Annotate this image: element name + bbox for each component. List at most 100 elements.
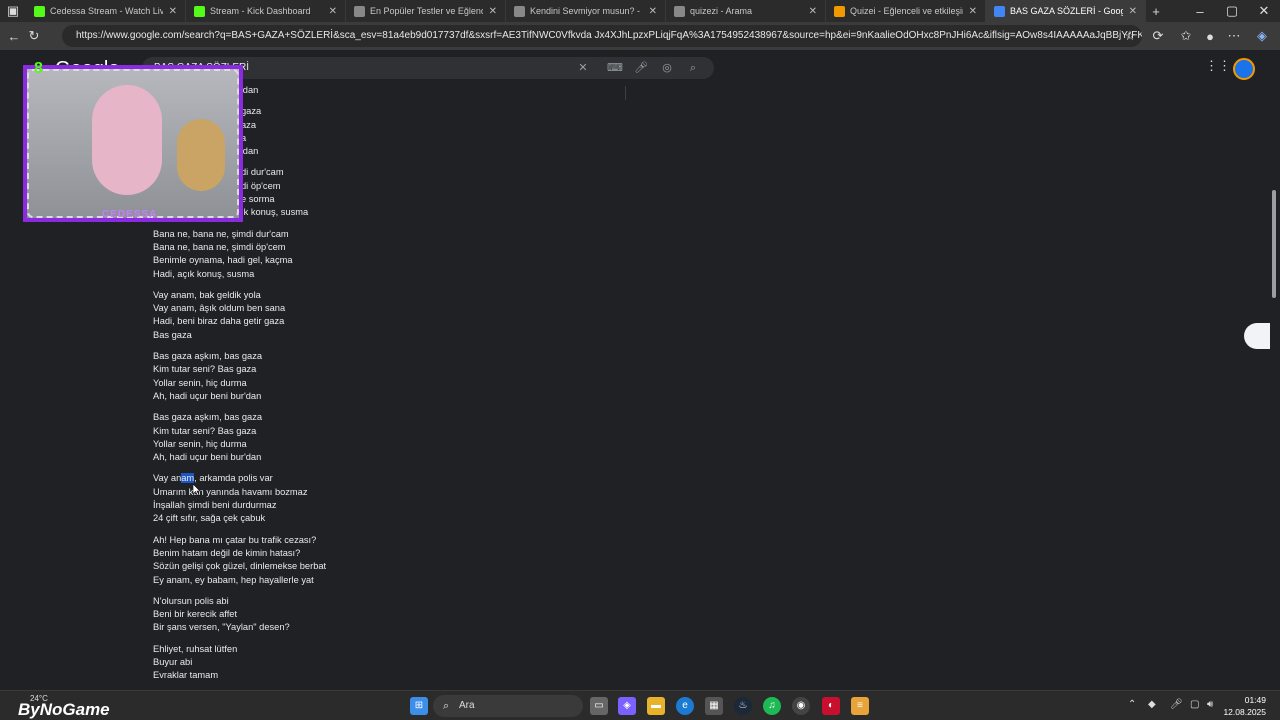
webcam-overlay: CEDESSA [23, 65, 243, 222]
tab-6[interactable]: Quizei - Eğlenceli ve etkileşimli q ✕ [826, 0, 986, 22]
microphone-icon[interactable]: 🎤︎ [632, 57, 650, 79]
search-icon: ⌕ [443, 700, 450, 712]
lyrics-line: İnşallah şimdi beni durdurmaz [153, 500, 277, 511]
lyrics-line: Bas gaza aşkım, bas gaza [153, 351, 263, 362]
close-tab-icon[interactable]: ✕ [1129, 6, 1137, 17]
webcam-label: CEDESSA [102, 209, 158, 220]
tab-label: BAS GAZA SÖZLERİ - Google'da a [1010, 6, 1123, 16]
lyrics-line-rest: , arkamda polis var [194, 473, 273, 484]
copilot-icon[interactable]: ◈ [1252, 26, 1272, 46]
address-bar[interactable]: https://www.google.com/search?q=BAS+GAZA… [62, 25, 1142, 47]
tab-5-search-icon [674, 5, 685, 17]
tab-label: Kendini Sevmiyor musun? - Oneq [530, 6, 643, 16]
favorite-icon[interactable]: ☆ [1120, 26, 1140, 46]
lens-icon[interactable]: ◎ [658, 57, 676, 79]
scrollbar[interactable] [1270, 50, 1280, 690]
tab-1-kick-icon [34, 5, 45, 17]
lyrics-line: Ey anam, ey babam, hep hayallerle yat [153, 574, 314, 585]
app-red-icon[interactable]: ◐ [822, 697, 840, 715]
lyrics-stanza: Ah! Hep bana mı çatar bu trafik cezası? B… [153, 534, 326, 587]
tab-7[interactable]: BAS GAZA SÖZLERİ - Google'da a ✕ [986, 0, 1146, 22]
kick-badge: 8 [34, 60, 43, 77]
tab-2[interactable]: Stream - Kick Dashboard ✕ [186, 0, 346, 22]
clear-icon[interactable]: ✕ [574, 57, 592, 79]
tab-label: Quizei - Eğlenceli ve etkileşimli q [850, 6, 963, 16]
microphone-tray-icon[interactable]: 🎤︎ [1170, 699, 1183, 710]
lyrics-stanza: N'olursun polis abi Beni bir kerecik affe… [153, 595, 326, 635]
lyrics-line: Bir şans versen, "Yaylan" desen? [153, 622, 290, 633]
tab-3[interactable]: En Popüler Testler ve Eğlenceli Qu ✕ [346, 0, 506, 22]
spotify-icon[interactable]: ♫ [763, 697, 781, 715]
lyrics-line: Ah, hadi uçur beni bur'dan [153, 390, 262, 401]
new-tab-icon[interactable]: + [1146, 1, 1166, 21]
clock-time: 01:49 [1244, 695, 1266, 705]
lyrics-line: N'olursun polis abi [153, 595, 229, 606]
lyrics-line: Hadi, beni biraz daha getir gaza [153, 316, 285, 327]
lyrics-stanza: Bana ne, bana ne, şimdi dur'cam Bana ne, … [153, 228, 326, 281]
taskbar-search[interactable]: ⌕ Ara [433, 695, 583, 717]
lyrics-stanza: Ehliyet, ruhsat lütfen Buyur abi Evraklar … [153, 643, 326, 683]
tab-4[interactable]: Kendini Sevmiyor musun? - Oneq ✕ [506, 0, 666, 22]
lyrics-line: Yollar senin, hiç durma [153, 438, 247, 449]
tab-3-chat-icon [354, 5, 365, 17]
tab-1[interactable]: Cedessa Stream - Watch Live on K ✕ [26, 0, 186, 22]
scrollbar-thumb[interactable] [1272, 190, 1276, 298]
tray-chevron-icon[interactable]: ⌃ [1128, 699, 1136, 710]
close-tab-icon[interactable]: ✕ [969, 6, 977, 17]
obs-icon[interactable]: ◉ [792, 697, 810, 715]
tray-app-icon[interactable]: ◆ [1148, 699, 1156, 710]
lyrics-stanza: Bas gaza aşkım, bas gaza Kim tutar seni? … [153, 411, 326, 464]
lyrics-line: Ah, hadi uçur beni bur'dan [153, 452, 262, 463]
taskbar: 24°C ByNoGame ⊞ ⌕ Ara ▭ ◈ ▬ e ▦ ♨ ♫ ◉ ◐ ≡… [0, 690, 1280, 720]
store-icon[interactable]: ▦ [705, 697, 723, 715]
copilot-app-icon[interactable]: ◈ [618, 697, 636, 715]
tab-actions-icon[interactable]: ▣ [0, 1, 26, 21]
lyrics-line: Ah! Hep bana mı çatar bu trafik cezası? [153, 534, 317, 545]
tab-6-quiz-icon [834, 5, 845, 17]
file-explorer-icon[interactable]: ▬ [647, 697, 665, 715]
refresh-icon[interactable]: ↻ [24, 26, 44, 46]
lyrics-line: Bana ne, bana ne, şimdi dur'cam [153, 228, 289, 239]
close-tab-icon[interactable]: ✕ [329, 6, 337, 17]
tab-5[interactable]: quizezi - Arama ✕ [666, 0, 826, 22]
keyboard-icon[interactable]: ⌨ [606, 57, 624, 79]
taskview-icon[interactable]: ▭ [590, 697, 608, 715]
close-tab-icon[interactable]: ✕ [649, 6, 657, 17]
close-tab-icon[interactable]: ✕ [809, 6, 817, 17]
favorites-icon[interactable]: ✩ [1176, 26, 1196, 46]
back-icon[interactable]: ← [4, 26, 24, 46]
edge-icon[interactable]: e [676, 697, 694, 715]
lyrics-line: Benim hatam değil de kimin hatası? [153, 547, 301, 558]
clock-date: 12.08.2025 [1223, 707, 1266, 717]
side-assistant-button[interactable] [1244, 323, 1270, 349]
close-tab-icon[interactable]: ✕ [169, 6, 177, 17]
display-icon[interactable]: ▢ [1190, 699, 1199, 710]
selected-text[interactable]: am [181, 473, 195, 484]
close-tab-icon[interactable]: ✕ [489, 6, 497, 17]
tab-2-kick-icon [194, 5, 205, 17]
steam-icon[interactable]: ♨ [734, 697, 752, 715]
windows-start-icon[interactable]: ⊞ [410, 697, 428, 715]
lyrics-line: Beni bir kerecik affet [153, 609, 238, 620]
lyrics-line: Bana ne, bana ne, şimdi öp'cem [153, 241, 286, 252]
maximize-icon[interactable]: ▢ [1222, 1, 1242, 21]
apps-icon[interactable]: ⋮⋮ [1205, 58, 1231, 76]
search-icon[interactable]: ⌕ [684, 57, 702, 79]
volume-icon[interactable]: 🔊︎ [1207, 699, 1213, 710]
extensions-icon[interactable]: ⟳ [1148, 26, 1168, 46]
bynogame-logo: ByNoGame [18, 700, 110, 719]
lyrics-line: Hadi, açık konuş, susma [153, 268, 255, 279]
mouse-cursor-icon [193, 484, 201, 496]
taskbar-search-label: Ara [459, 700, 475, 711]
page-content: Google BAS GAZA SÖZLERİ ✕ ⌨ 🎤︎ ◎ ⌕ ⋮⋮ 'd… [0, 50, 1280, 690]
tab-label: Stream - Kick Dashboard [210, 6, 311, 16]
lyrics-line: Umarım kan yanında havamı bozmaz [153, 486, 308, 497]
clock[interactable]: 01:49 12.08.2025 [1222, 694, 1266, 718]
lyrics-line: Sözün gelişi çok güzel, dinlemekse berba… [153, 561, 327, 572]
app-burger-icon[interactable]: ≡ [851, 697, 869, 715]
avatar[interactable] [1233, 58, 1255, 80]
close-window-icon[interactable]: ✕ [1254, 1, 1274, 21]
profile-icon[interactable]: ● [1200, 26, 1220, 46]
minimize-icon[interactable]: – [1190, 1, 1210, 21]
menu-icon[interactable]: ⋯ [1224, 26, 1244, 46]
